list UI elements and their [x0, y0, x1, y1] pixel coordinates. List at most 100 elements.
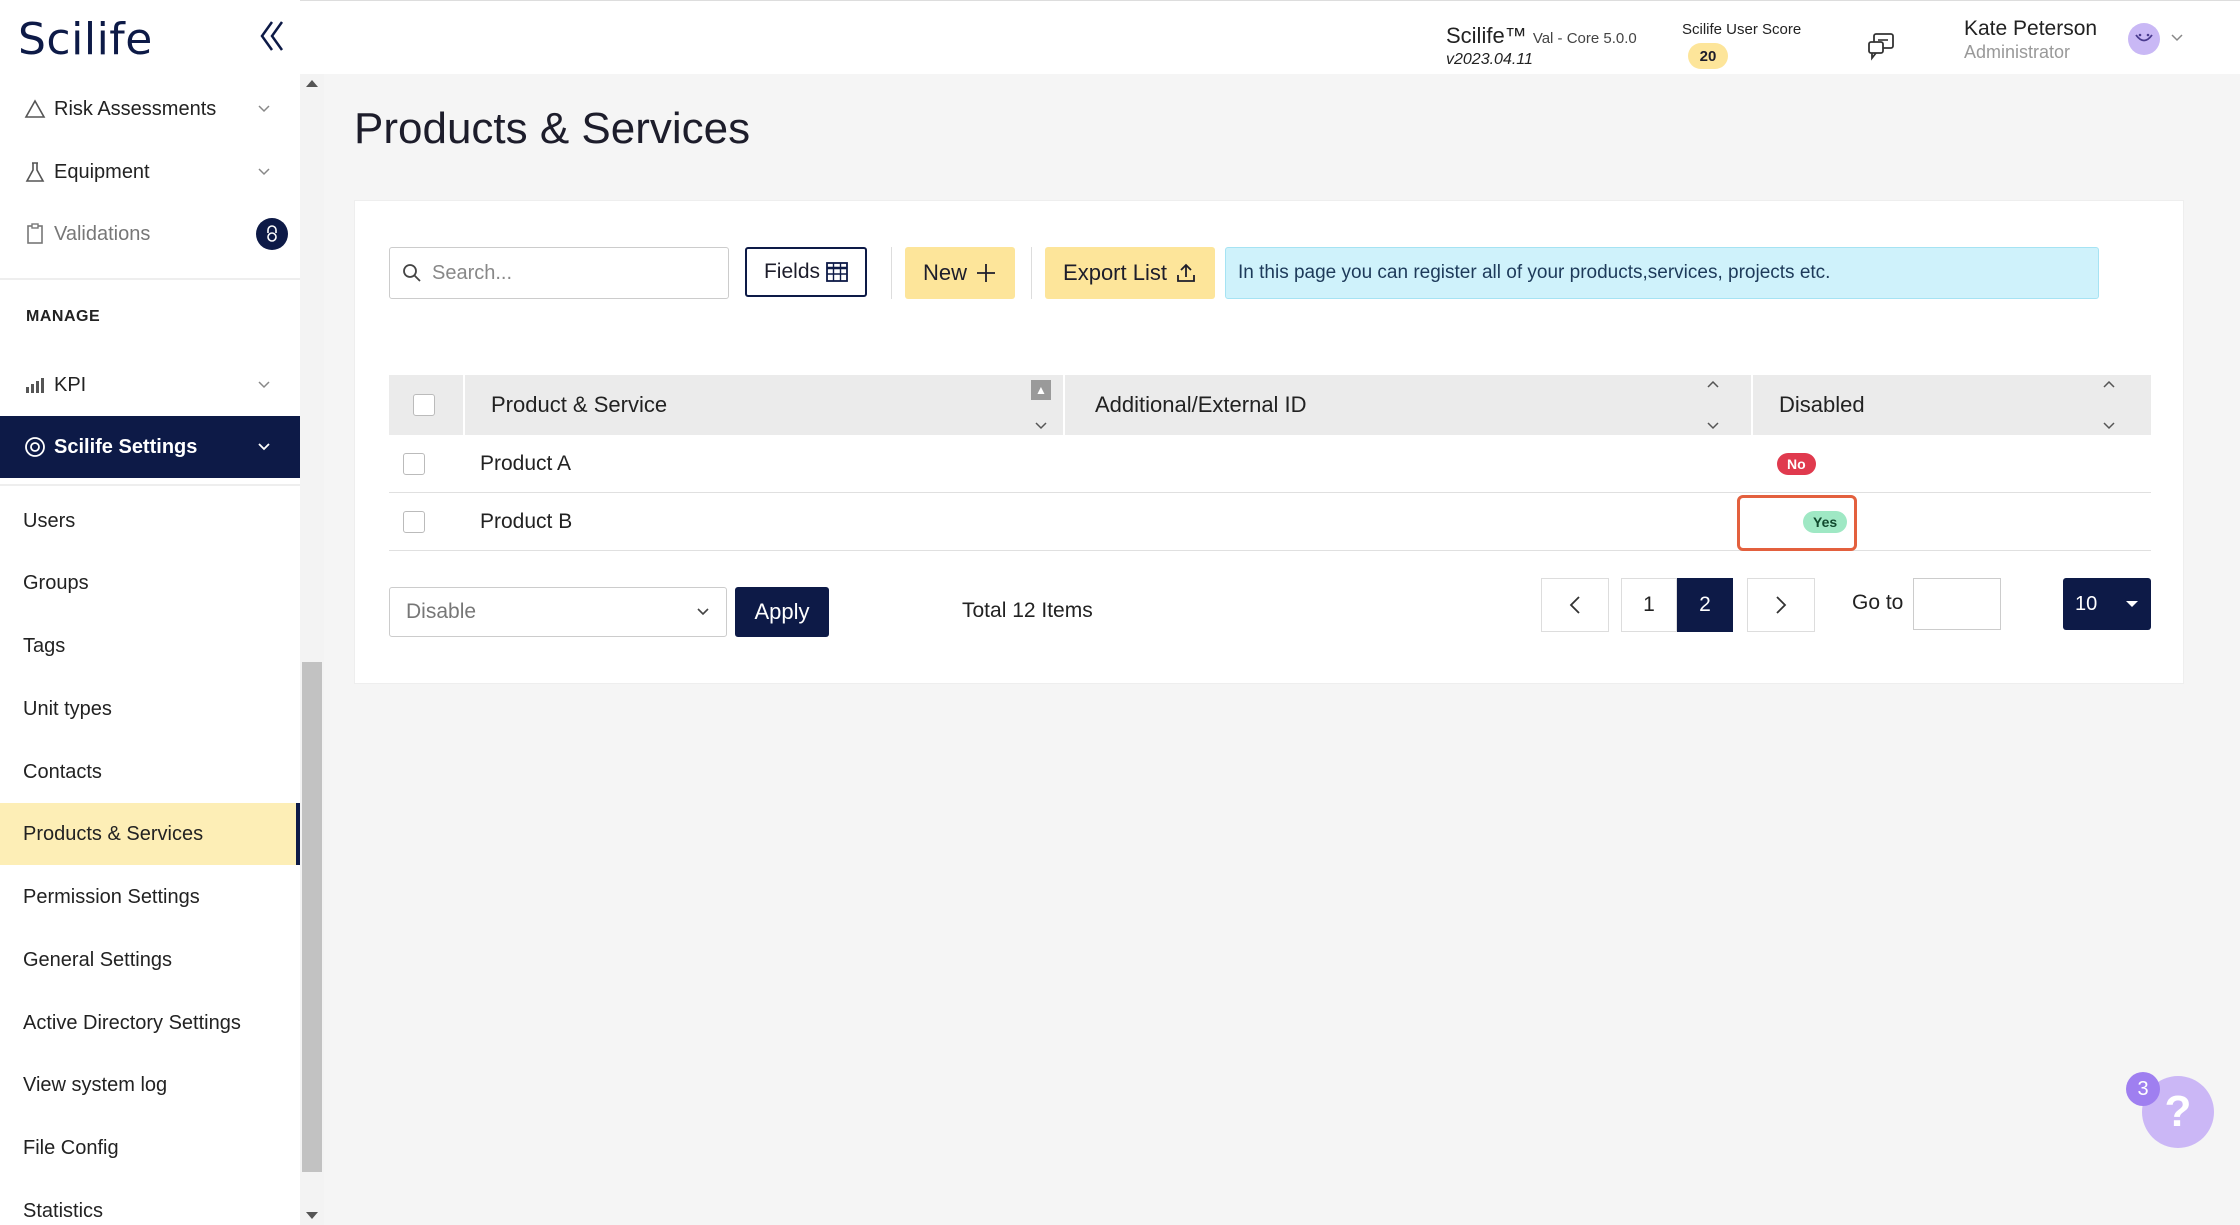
table-row[interactable]: Product B Yes [389, 493, 2151, 551]
sidebar-subitem-tags[interactable]: Tags [0, 615, 296, 677]
apply-button[interactable]: Apply [735, 587, 829, 637]
fields-button-label: Fields [763, 260, 821, 283]
sidebar-subitem-contacts[interactable]: Contacts [0, 741, 296, 803]
caret-down-icon [2126, 601, 2138, 607]
row-checkbox[interactable] [403, 453, 425, 475]
sidebar-item-label: Validations [54, 222, 151, 245]
sidebar-subitem-unit-types[interactable]: Unit types [0, 678, 296, 740]
sidebar-subitem-statistics[interactable]: Statistics [0, 1180, 296, 1225]
export-list-button[interactable]: Export List [1045, 247, 1215, 299]
sort-control-disabled[interactable] [2099, 380, 2119, 430]
sidebar: Scilife Risk Assessments Equipment Valid… [0, 0, 300, 1225]
sort-ascending-icon[interactable]: ▲ [1031, 380, 1051, 400]
chevron-down-icon[interactable] [2170, 29, 2184, 47]
column-separator [463, 375, 465, 435]
top-bar: Scilife™ Val - Core 5.0.0 v2023.04.11 Sc… [300, 0, 2240, 74]
column-header-disabled[interactable]: Disabled [1779, 375, 1865, 435]
question-mark-icon: ? [2164, 1087, 2192, 1136]
sort-ascending-icon[interactable] [2102, 380, 2116, 388]
collapse-sidebar-button[interactable] [256, 18, 288, 54]
table-grid-icon [826, 262, 848, 282]
toolbar-separator [1031, 247, 1032, 299]
page-button-2[interactable]: 2 [1677, 578, 1733, 632]
search-box[interactable] [389, 247, 729, 299]
user-score-label: Scilife User Score [1682, 21, 1802, 38]
sidebar-item-label: Risk Assessments [54, 97, 217, 120]
avatar[interactable] [2128, 23, 2160, 55]
brand-sub-label: Val - Core 5.0.0 [1532, 30, 1637, 47]
column-separator [1751, 375, 1753, 435]
row-checkbox-cell [403, 493, 425, 551]
sidebar-subitem-products-services[interactable]: Products & Services [0, 803, 300, 865]
status-badge: No [1777, 453, 1816, 475]
sidebar-divider [0, 278, 300, 280]
chevron-down-icon [254, 105, 274, 113]
sidebar-subitem-view-system-log[interactable]: View system log [0, 1054, 296, 1116]
search-input[interactable] [432, 261, 712, 285]
scrollbar-thumb[interactable] [302, 662, 322, 1172]
sidebar-subitem-file-config[interactable]: File Config [0, 1117, 296, 1179]
chevron-down-icon [254, 168, 274, 176]
sidebar-scrollbar[interactable] [300, 74, 324, 1225]
bulk-action-select[interactable]: Disable [389, 587, 727, 637]
sort-control-product-service[interactable]: ▲ [1031, 380, 1051, 430]
prev-page-button[interactable] [1541, 578, 1609, 632]
upload-icon [1177, 263, 1195, 282]
chevron-down-icon [697, 608, 709, 616]
page-button-1[interactable]: 1 [1621, 578, 1677, 632]
sidebar-item-risk-assessments[interactable]: Risk Assessments [0, 79, 300, 139]
fields-button[interactable]: Fields [745, 247, 867, 297]
new-button[interactable]: New [905, 247, 1015, 299]
scroll-down-arrow-icon[interactable] [306, 1212, 318, 1219]
sidebar-item-kpi[interactable]: KPI [0, 355, 300, 415]
sort-descending-icon[interactable] [1706, 422, 1720, 430]
chevron-left-icon [1569, 596, 1580, 614]
new-button-label: New [922, 260, 967, 285]
page-size-select[interactable]: 10 [2063, 578, 2151, 630]
app-logo[interactable]: Scilife [18, 14, 153, 65]
toolbar-separator [891, 247, 892, 299]
page-size-value: 10 [2075, 592, 2098, 615]
chevron-down-icon [254, 381, 274, 389]
select-all-checkbox-cell [413, 375, 435, 435]
sort-descending-icon[interactable] [2102, 422, 2116, 430]
row-checkbox-cell [403, 435, 425, 493]
cell-disabled: No [1777, 435, 1816, 493]
main-card: Fields New Export List In this page you … [354, 200, 2184, 684]
export-list-button-label: Export List [1063, 260, 1167, 285]
select-all-checkbox[interactable] [413, 394, 435, 416]
bar-chart-icon [22, 372, 48, 398]
column-header-external-id[interactable]: Additional/External ID [1095, 375, 1307, 435]
sidebar-subitem-groups[interactable]: Groups [0, 552, 296, 614]
help-notification-count: 3 [2126, 1072, 2160, 1106]
row-checkbox[interactable] [403, 511, 425, 533]
table-row[interactable]: Product A No [389, 435, 2151, 493]
sidebar-item-validations[interactable]: Validations [0, 204, 300, 264]
smile-icon [2135, 33, 2153, 42]
sort-ascending-icon[interactable] [1706, 380, 1720, 388]
sidebar-subitem-general-settings[interactable]: General Settings [0, 929, 296, 991]
chat-icon[interactable] [1866, 31, 1896, 61]
bulk-action-value: Disable [406, 600, 477, 623]
sidebar-item-equipment[interactable]: Equipment [0, 142, 300, 202]
next-page-button[interactable] [1747, 578, 1815, 632]
table-header: Product & Service ▲ Additional/External … [389, 375, 2151, 435]
sidebar-item-scilife-settings[interactable]: Scilife Settings [0, 416, 300, 478]
goto-page-input[interactable] [1913, 578, 2001, 630]
sidebar-subitem-active-directory-settings[interactable]: Active Directory Settings [0, 992, 296, 1054]
app-version: v2023.04.11 [1446, 51, 1533, 68]
chevron-down-icon [254, 443, 274, 451]
sidebar-subitem-permission-settings[interactable]: Permission Settings [0, 866, 296, 928]
scroll-up-arrow-icon[interactable] [306, 80, 318, 87]
user-name[interactable]: Kate Peterson [1964, 17, 2097, 41]
goto-label: Go to [1852, 591, 1904, 614]
sort-control-external-id[interactable] [1703, 380, 1723, 430]
sidebar-subitem-users[interactable]: Users [0, 490, 296, 552]
column-separator [1063, 375, 1065, 435]
section-title-manage: MANAGE [26, 308, 101, 325]
brand-label: Scilife™ [1446, 23, 1527, 48]
sort-descending-icon[interactable] [1034, 422, 1048, 430]
sidebar-item-label: Equipment [54, 160, 150, 183]
column-header-product-service[interactable]: Product & Service [491, 375, 667, 435]
plus-icon [977, 264, 995, 282]
